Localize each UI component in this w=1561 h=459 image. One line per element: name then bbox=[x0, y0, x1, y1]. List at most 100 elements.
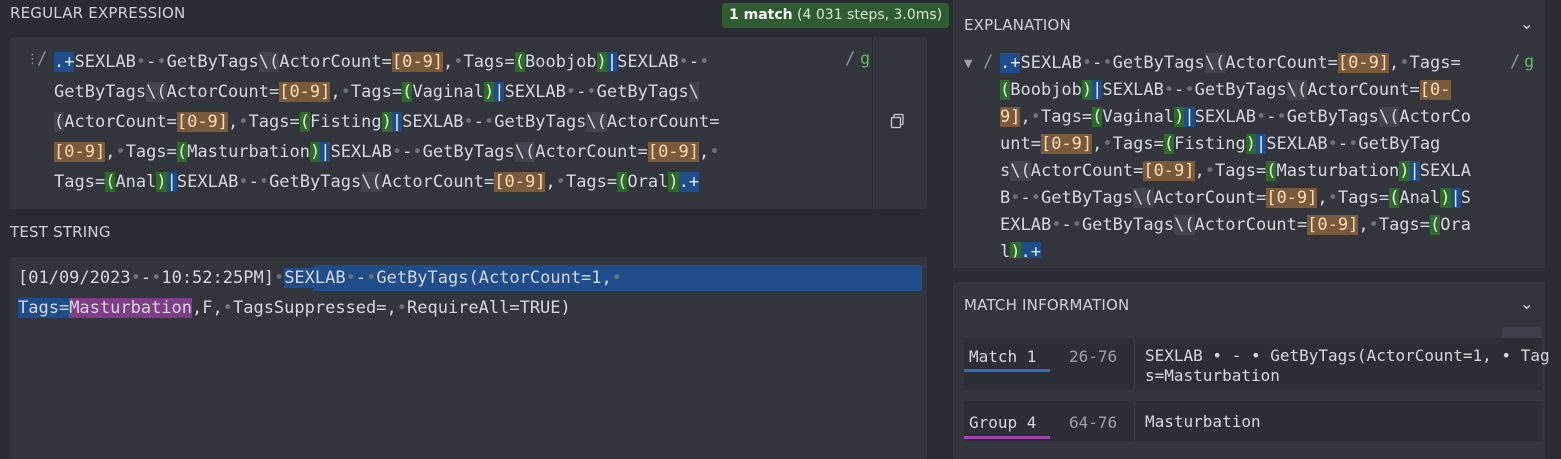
regex-any-token: .+ bbox=[1020, 242, 1041, 258]
regex-literal: Tags= bbox=[1215, 161, 1267, 181]
regex-literal: ActorCo bbox=[1399, 107, 1472, 127]
whitespace-dot: • bbox=[699, 52, 710, 72]
regex-group-token: ( bbox=[1000, 80, 1011, 100]
whitespace-dot: • bbox=[1051, 215, 1062, 235]
whitespace-dot: • bbox=[222, 298, 233, 318]
group-row[interactable]: Group 4 64-76 Masturbation bbox=[964, 401, 1542, 441]
matched-whitespace-dot: • bbox=[611, 268, 623, 288]
whitespace-dot: • bbox=[1327, 134, 1338, 154]
regex-literal: Fisting bbox=[1174, 134, 1246, 154]
regex-literal: ActorCount= bbox=[381, 172, 495, 192]
regex-literal: Tags= bbox=[1112, 134, 1164, 154]
regex-open-delimiter: / bbox=[37, 49, 48, 69]
regex-literal: Tags= bbox=[125, 142, 177, 162]
regex-any-token: .+ bbox=[54, 52, 75, 72]
regex-literal: Oral bbox=[627, 172, 669, 192]
regex-literal: ActorCount= bbox=[1194, 215, 1308, 235]
row-divider bbox=[1134, 401, 1135, 441]
regex-literal: ActorCount= bbox=[606, 112, 720, 132]
match-information-panel: MATCH INFORMATION ⌄ ⇪ Match 1 26-76 SEXL… bbox=[953, 282, 1550, 459]
regex-group-token: ) bbox=[1174, 107, 1185, 127]
match-row[interactable]: Match 1 26-76 SEXLAB • - • GetByTags(Act… bbox=[964, 338, 1550, 390]
regex-alternation-token: | bbox=[391, 112, 403, 132]
regex-literal: GetByTags bbox=[596, 82, 689, 102]
group-label: Group 4 bbox=[969, 413, 1037, 432]
regex-literal: Vaginal bbox=[1102, 107, 1175, 127]
regex-literal: Vaginal bbox=[412, 82, 484, 102]
regex-literal: Tags= bbox=[1337, 188, 1390, 208]
regex-literal: GetByTags bbox=[1041, 188, 1134, 208]
regex-literal: ActorCount= bbox=[1030, 161, 1144, 181]
regex-literal: , bbox=[1358, 215, 1369, 235]
regex-literal: - bbox=[248, 172, 259, 192]
whitespace-dot: • bbox=[1081, 53, 1093, 73]
regex-literal: Tags= bbox=[463, 52, 515, 72]
test-string-editor[interactable]: [01/09/2023•-•10:52:25PM]•SEXLAB•-•GetBy… bbox=[10, 257, 927, 459]
regex-literal: ActorCount= bbox=[279, 52, 392, 72]
whitespace-dot: • bbox=[1071, 215, 1082, 235]
code-line: l).+ bbox=[1000, 239, 1041, 258]
whitespace-dot: • bbox=[586, 82, 597, 102]
regex-alternation-token: | bbox=[1450, 188, 1461, 208]
regex-close-delimiter: / bbox=[845, 49, 856, 69]
regex-literal: , bbox=[443, 52, 454, 72]
code-line: EXLAB•-•GetByTags\(ActorCount=[0-9],•Tag… bbox=[1000, 212, 1471, 239]
regex-literal: 10:52:25PM] bbox=[161, 268, 274, 288]
copy-icon[interactable] bbox=[890, 113, 906, 129]
regex-escape-token: ( bbox=[54, 112, 65, 132]
regex-group-token: ) bbox=[156, 172, 167, 192]
regex-group-token: ) bbox=[309, 142, 321, 162]
code-line: (Boobjob)|SEXLAB•-•GetByTags\(ActorCount… bbox=[1000, 77, 1451, 104]
code-line: unt=[0-9],•Tags=(Fisting)|SEXLAB•-•GetBy… bbox=[1000, 131, 1440, 158]
match-range: 26-76 bbox=[1069, 347, 1118, 366]
chevron-down-icon[interactable]: ⌄ bbox=[1520, 294, 1533, 313]
regex-char-class-token: [0-9] bbox=[176, 112, 229, 132]
regex-literal: Tags= bbox=[350, 82, 403, 102]
regex-group-token: ( bbox=[1266, 161, 1277, 181]
regex-escape-token: \( bbox=[1133, 188, 1154, 208]
matched-text: Tags= bbox=[18, 298, 70, 318]
matched-whitespace-dot: • bbox=[366, 268, 377, 288]
match-count-badge: 1 match (4 031 steps, 3.0ms) bbox=[722, 3, 950, 28]
regex-flags[interactable]: g bbox=[860, 49, 870, 69]
regex-group-token: ) bbox=[1399, 161, 1410, 181]
regex-literal: SEXLAB bbox=[330, 142, 392, 162]
group-value: Masturbation bbox=[1145, 412, 1261, 431]
regex-group-token: ( bbox=[402, 82, 413, 102]
regex-literal: B bbox=[1000, 188, 1011, 208]
match-value: SEXLAB • - • GetByTags(ActorCount=1, • T… bbox=[1145, 346, 1550, 385]
regex-literal: GetByTags bbox=[1081, 215, 1175, 235]
code-line: B•-•GetByTags\(ActorCount=[0-9],•Tags=(A… bbox=[1000, 185, 1471, 212]
regex-group-token: ) bbox=[381, 112, 392, 132]
regex-literal: - bbox=[1337, 134, 1349, 154]
regex-literal: ActorCount= bbox=[1307, 80, 1420, 100]
whitespace-dot: • bbox=[1030, 107, 1041, 127]
regex-literal: EXLAB bbox=[1000, 215, 1052, 235]
regex-literal: TagsSuppressed=, bbox=[232, 298, 397, 318]
regex-alternation-token: | bbox=[494, 82, 505, 102]
match-steps: (4 031 steps, 3.0ms) bbox=[792, 7, 943, 23]
regex-literal: SEXLAB bbox=[1102, 80, 1164, 100]
regex-alternation-token: | bbox=[606, 52, 618, 72]
regex-group-token: ( bbox=[617, 172, 628, 192]
regex-group-token: ) bbox=[1010, 242, 1021, 258]
whitespace-dot: • bbox=[156, 52, 167, 72]
match-label: Match 1 bbox=[969, 347, 1037, 366]
code-line: s\(ActorCount=[0-9],•Tags=(Masturbation)… bbox=[1000, 158, 1471, 185]
regex-literal: GetByTags bbox=[494, 112, 587, 132]
regex-literal: , bbox=[228, 112, 239, 132]
regex-editor[interactable]: ⋮ / .+SEXLAB•-•GetByTags\(ActorCount=[0-… bbox=[10, 37, 927, 209]
regex-literal: Tags= bbox=[54, 172, 106, 192]
regex-literal: l bbox=[1000, 242, 1011, 258]
whitespace-dot: • bbox=[130, 268, 141, 288]
code-line: 9],•Tags=(Vaginal)|SEXLAB•-•GetByTags\(A… bbox=[1000, 104, 1471, 131]
regex-literal: S bbox=[1460, 188, 1472, 208]
regex-alternation-token: | bbox=[320, 142, 331, 162]
regex-literal: - bbox=[1174, 80, 1185, 100]
matched-whitespace-dot: • bbox=[345, 268, 356, 288]
whitespace-dot: • bbox=[1102, 134, 1113, 154]
whitespace-dot: • bbox=[1102, 53, 1113, 73]
regex-literal: - bbox=[146, 52, 157, 72]
regex-alternation-token: | bbox=[1184, 107, 1195, 127]
whitespace-dot: • bbox=[1276, 107, 1287, 127]
